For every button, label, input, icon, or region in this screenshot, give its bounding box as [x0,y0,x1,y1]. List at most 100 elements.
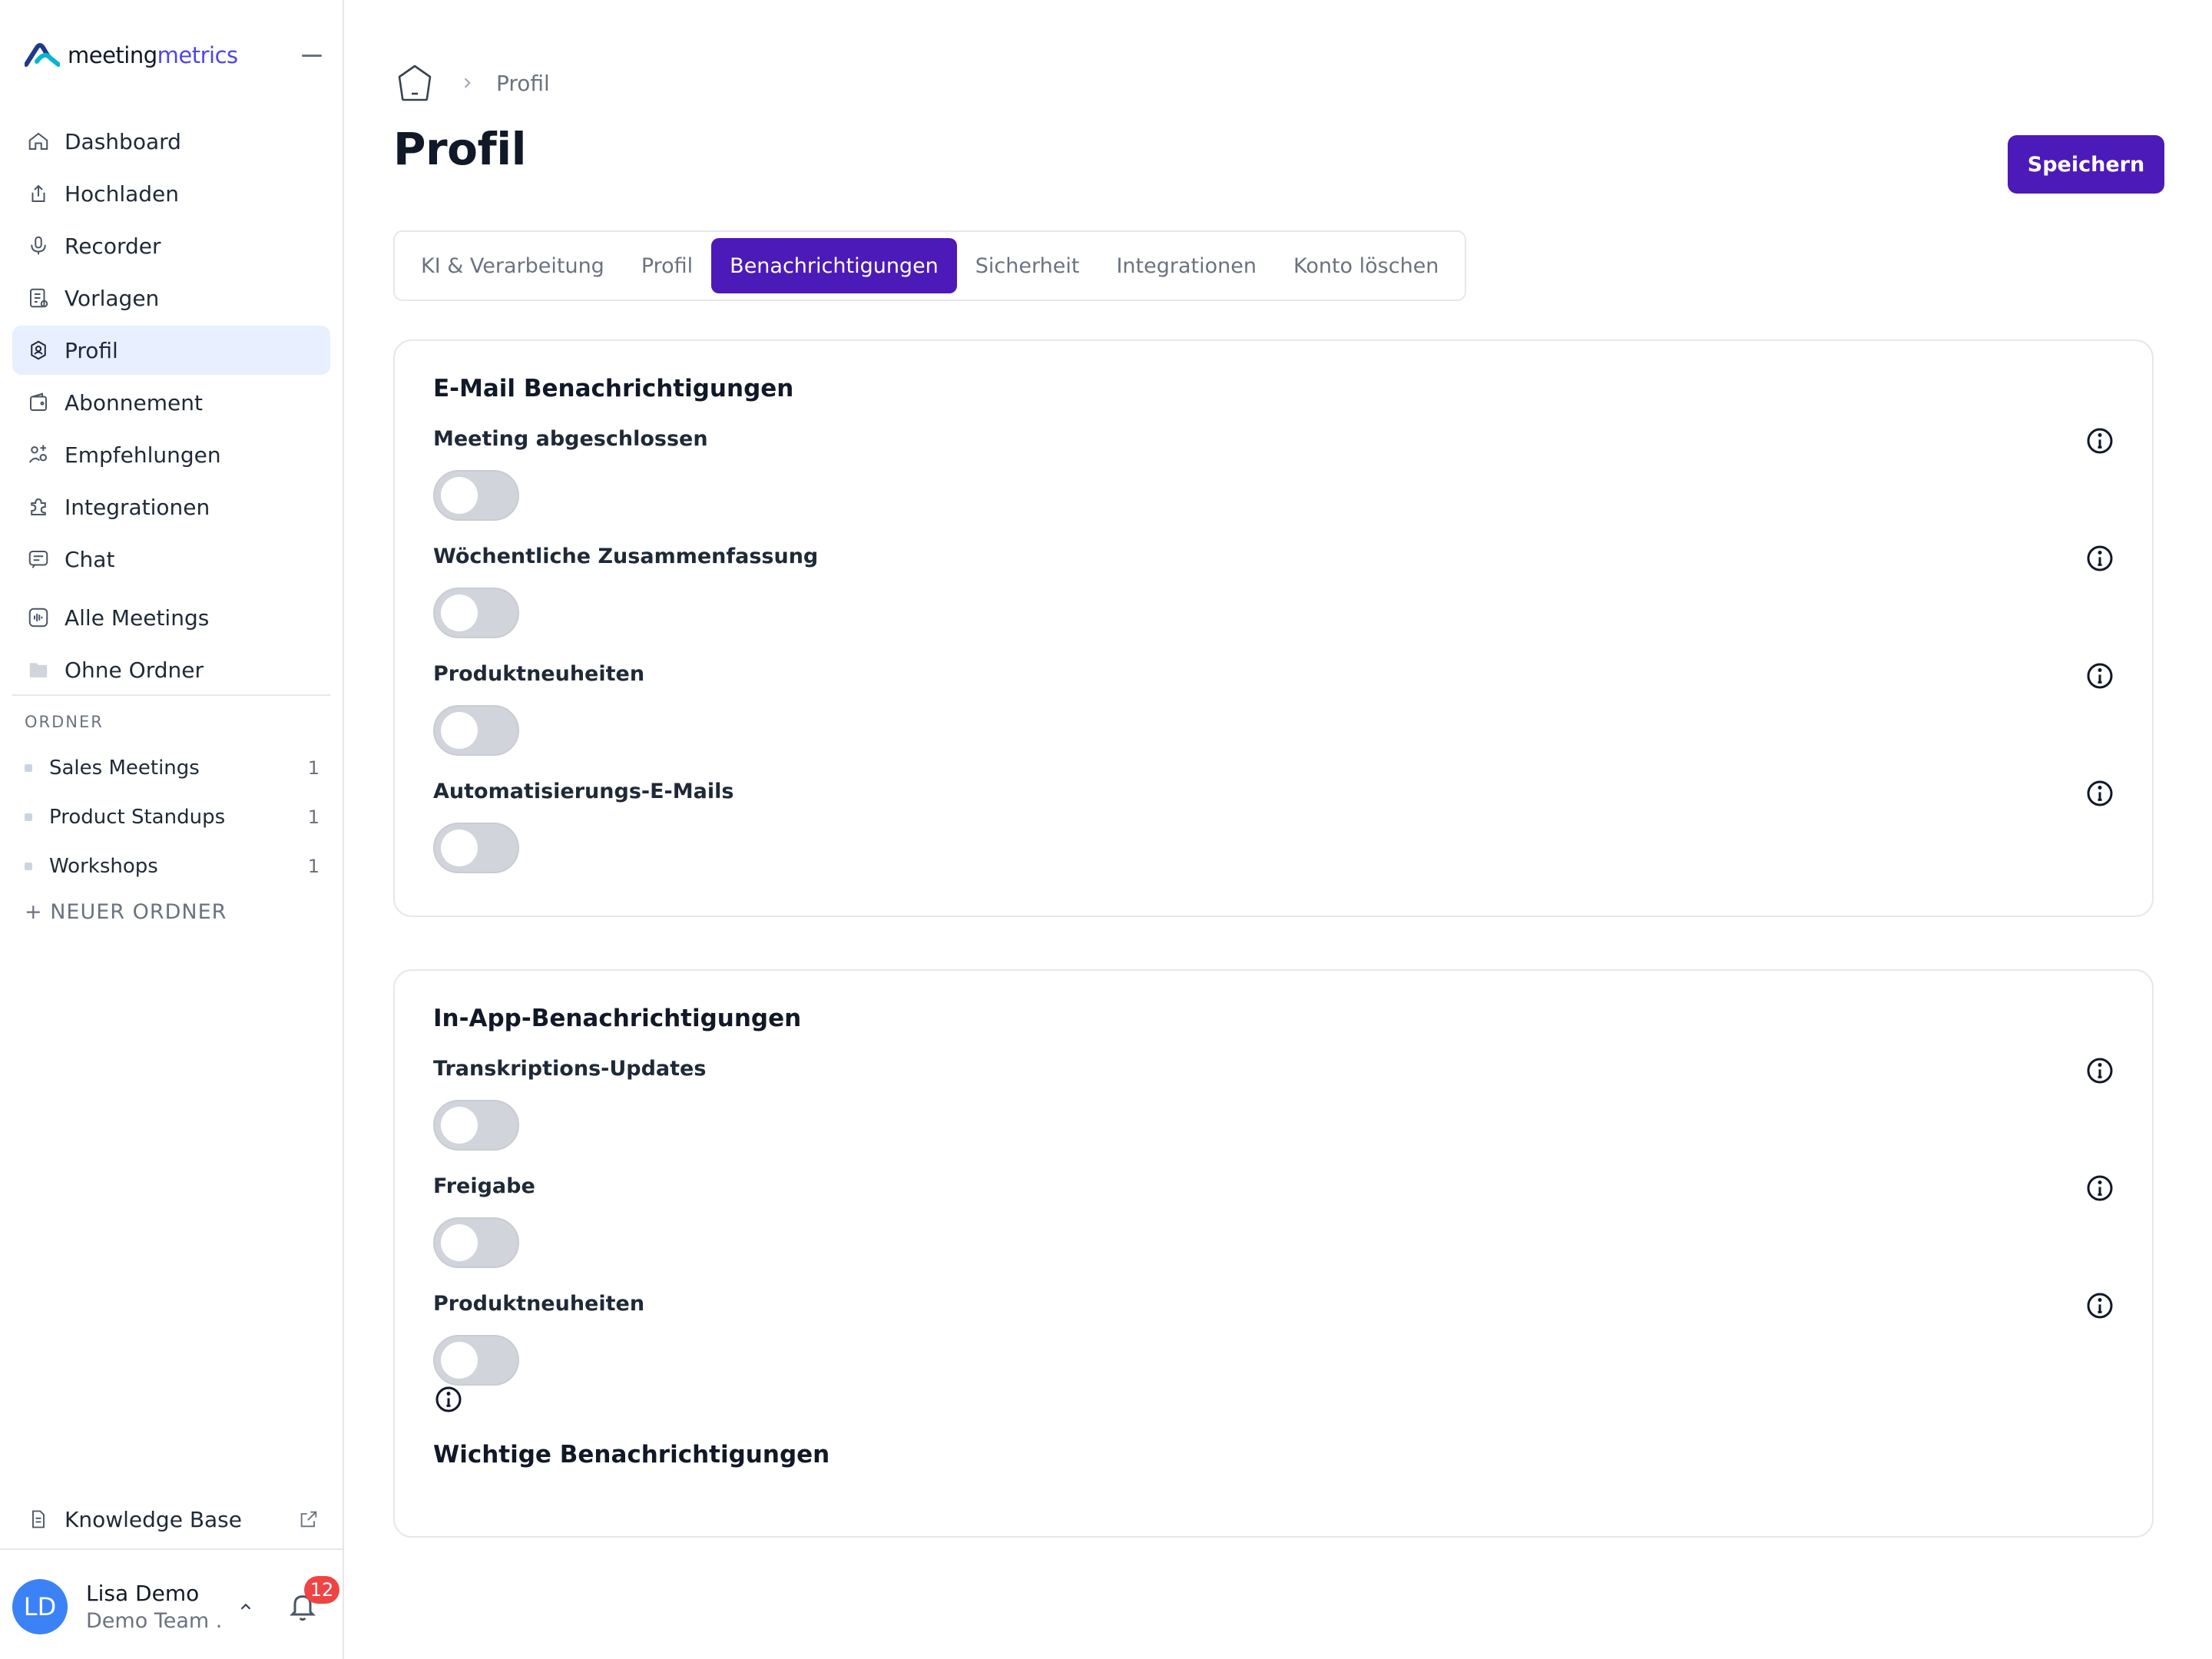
setting-label: Freigabe [433,1174,535,1198]
sidebar-item-label: Profil [65,337,118,363]
upload-icon [26,181,51,206]
profile-gear-icon [26,338,51,363]
toggle-knob [441,1342,478,1379]
setting-automatisierungs-emails: Automatisierungs-E-Mails [433,780,2115,887]
folder-name: Product Standups [49,806,226,829]
toggle-knob [441,712,478,749]
sidebar-item-chat[interactable]: Chat [12,535,330,584]
tab-sicherheit[interactable]: Sicherheit [957,238,1098,293]
sidebar-divider [12,694,330,696]
toggle-knob [441,1107,478,1144]
toggle-switch[interactable] [433,823,519,873]
tab-konto-loeschen[interactable]: Konto löschen [1275,238,1457,293]
new-folder-button[interactable]: + NEUER ORDNER [25,900,227,924]
chevron-up-icon[interactable] [235,1596,257,1618]
user-name: Lisa Demo [86,1581,200,1606]
settings-tabs: KI & Verarbeitung Profil Benachrichtigun… [393,230,1467,301]
knowledge-base-link[interactable]: Knowledge Base [12,1495,330,1544]
info-icon[interactable] [2085,778,2115,809]
brand-name: meetingmetrics [68,42,238,68]
info-icon[interactable] [2085,543,2115,574]
info-icon[interactable] [2085,1173,2115,1204]
breadcrumb-current[interactable]: Profil [496,71,550,96]
folder-item-sales-meetings[interactable]: Sales Meetings 1 [12,743,330,793]
sidebar-item-abonnement[interactable]: Abonnement [12,378,330,427]
info-icon[interactable] [2085,661,2115,691]
setting-label: Meeting abgeschlossen [433,427,708,451]
folder-name: Workshops [49,855,158,878]
tab-profil[interactable]: Profil [623,238,711,293]
info-icon[interactable] [433,1384,464,1415]
folder-dot-icon [25,863,32,870]
setting-label: Produktneuheiten [433,662,645,686]
sidebar-item-vorlagen[interactable]: Vorlagen [12,273,330,323]
sidebar-item-alle-meetings[interactable]: Alle Meetings [12,593,330,642]
document-icon [26,1507,51,1532]
setting-transkriptions-updates: Transkriptions-Updates [433,1057,2115,1164]
knowledge-base-label: Knowledge Base [65,1506,242,1532]
folder-icon [26,657,51,682]
setting-freigabe: Freigabe [433,1174,2115,1282]
info-icon[interactable] [2085,426,2115,456]
email-notifications-card: E-Mail Benachrichtigungen Meeting abgesc… [393,339,2154,917]
toggle-knob [441,1224,478,1261]
user-info: Lisa Demo Demo Team ... [86,1581,224,1633]
folder-count: 1 [307,856,320,877]
setting-woechentliche-zusammenfassung: Wöchentliche Zusammenfassung [433,545,2115,652]
tab-ki-verarbeitung[interactable]: KI & Verarbeitung [402,238,623,293]
sidebar-item-hochladen[interactable]: Hochladen [12,169,330,218]
sidebar-item-label: Abonnement [65,389,204,416]
chat-icon [26,547,51,571]
info-icon[interactable] [2085,1290,2115,1321]
sidebar-item-recorder[interactable]: Recorder [12,221,330,270]
save-button[interactable]: Speichern [2008,135,2164,194]
folder-item-workshops[interactable]: Workshops 1 [12,842,330,891]
tab-integrationen[interactable]: Integrationen [1098,238,1275,293]
setting-meeting-abgeschlossen: Meeting abgeschlossen [433,427,2115,535]
brand-logo[interactable]: meetingmetrics [25,37,327,74]
audio-wave-icon [26,605,51,630]
toggle-switch[interactable] [433,1335,519,1386]
setting-produktneuheiten-inapp: Produktneuheiten [433,1292,2115,1399]
folder-dot-icon [25,813,32,821]
folder-item-product-standups[interactable]: Product Standups 1 [12,793,330,842]
sidebar-item-label: Hochladen [65,180,180,207]
folders-heading: ORDNER [25,713,104,731]
chevron-right-icon [464,78,471,88]
sidebar-item-label: Chat [65,546,115,572]
sidebar-item-label: Alle Meetings [65,604,210,631]
user-team: Demo Team ... [86,1609,224,1633]
folder-list: Sales Meetings 1 Product Standups 1 Work… [12,743,330,891]
sidebar: meetingmetrics Dashboard Hochladen Recor… [0,0,344,1659]
sidebar-item-dashboard[interactable]: Dashboard [12,117,330,166]
inapp-notifications-card: In-App-Benachrichtigungen Transkriptions… [393,969,2154,1538]
sidebar-item-integrationen[interactable]: Integrationen [12,482,330,531]
template-icon [26,286,51,310]
wallet-icon [26,390,51,415]
page-title: Profil [393,123,526,175]
collapse-sidebar-button[interactable] [296,43,327,68]
tab-benachrichtigungen[interactable]: Benachrichtigungen [711,238,957,293]
setting-label: Transkriptions-Updates [433,1057,707,1081]
home-icon[interactable] [393,61,436,104]
referral-icon [26,442,51,467]
sidebar-item-ohne-ordner[interactable]: Ohne Ordner [12,645,330,694]
setting-label: Automatisierungs-E-Mails [433,780,734,803]
important-notifications-title: Wichtige Benachrichtigungen [433,1441,830,1469]
toggle-switch[interactable] [433,1100,519,1151]
toggle-switch[interactable] [433,588,519,638]
sidebar-item-label: Vorlagen [65,285,160,311]
user-menu[interactable]: LD Lisa Demo Demo Team ... 12 [12,1576,339,1637]
folder-name: Sales Meetings [49,757,200,780]
sidebar-item-label: Ohne Ordner [65,657,204,683]
toggle-switch[interactable] [433,705,519,756]
sidebar-item-profil[interactable]: Profil [12,326,330,375]
folder-count: 1 [307,806,320,828]
inapp-section-title: In-App-Benachrichtigungen [433,1005,802,1032]
sidebar-item-empfehlungen[interactable]: Empfehlungen [12,430,330,479]
toggle-switch[interactable] [433,470,519,521]
info-icon[interactable] [2085,1055,2115,1086]
folder-dot-icon [25,764,32,772]
toggle-switch[interactable] [433,1217,519,1268]
email-section-title: E-Mail Benachrichtigungen [433,375,794,402]
